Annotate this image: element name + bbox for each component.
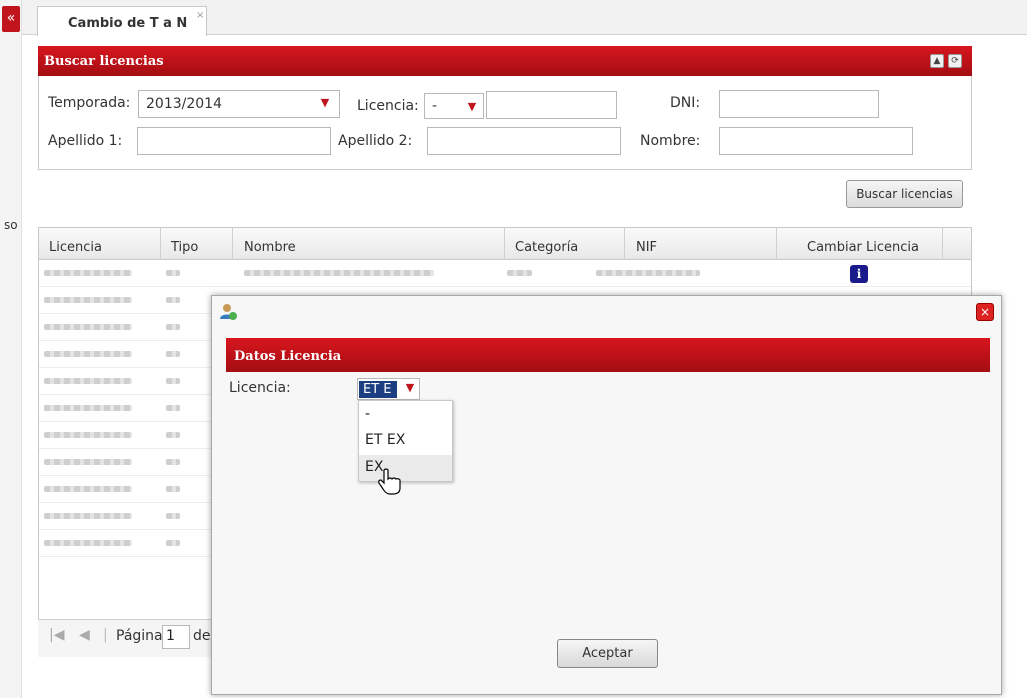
hand-cursor-icon bbox=[378, 468, 401, 495]
redacted-cell bbox=[596, 270, 700, 276]
redacted-cell bbox=[44, 459, 132, 465]
column-divider bbox=[776, 227, 777, 260]
page-number-input[interactable]: 1 bbox=[162, 625, 190, 649]
licencia-label: Licencia: bbox=[357, 98, 419, 114]
sidebar-cut-text: so bbox=[4, 218, 18, 232]
chevron-down-icon[interactable]: ▼ bbox=[315, 96, 335, 109]
pager-divider: | bbox=[103, 627, 108, 643]
column-divider bbox=[942, 227, 943, 260]
redacted-cell bbox=[166, 297, 180, 303]
info-icon[interactable]: i bbox=[850, 265, 868, 283]
column-divider bbox=[160, 227, 161, 260]
left-sidebar-strip bbox=[0, 0, 22, 698]
apellido1-label: Apellido 1: bbox=[48, 133, 123, 149]
redacted-cell bbox=[44, 351, 132, 357]
column-divider bbox=[624, 227, 625, 260]
licencia-select-value: - bbox=[432, 98, 438, 114]
redacted-cell bbox=[244, 270, 434, 276]
licencia-option[interactable]: EX bbox=[359, 455, 452, 481]
redacted-cell bbox=[44, 378, 132, 384]
refresh-icon[interactable]: ⟳ bbox=[948, 54, 962, 68]
licencia-option[interactable]: - bbox=[359, 402, 452, 428]
redacted-cell bbox=[44, 405, 132, 411]
dialog-licencia-label: Licencia: bbox=[229, 380, 291, 396]
redacted-cell bbox=[166, 351, 180, 357]
column-divider bbox=[232, 227, 233, 260]
tab-cambio-t-a-n[interactable]: Cambio de T a N bbox=[37, 6, 207, 36]
dni-input[interactable] bbox=[719, 90, 879, 118]
column-header-nombre[interactable]: Nombre bbox=[244, 231, 296, 255]
nombre-input[interactable] bbox=[719, 127, 913, 155]
redacted-cell bbox=[166, 405, 180, 411]
temporada-label: Temporada: bbox=[48, 95, 131, 111]
column-header-licencia[interactable]: Licencia bbox=[49, 231, 102, 255]
nombre-label: Nombre: bbox=[640, 133, 701, 149]
redacted-cell bbox=[166, 378, 180, 384]
column-header-nif[interactable]: NIF bbox=[636, 231, 657, 255]
redacted-cell bbox=[166, 459, 180, 465]
collapse-sidebar-button[interactable]: « bbox=[2, 6, 20, 32]
redacted-cell bbox=[166, 324, 180, 330]
search-panel-header: Buscar licencias bbox=[38, 46, 972, 76]
buscar-licencias-button[interactable]: Buscar licencias bbox=[846, 180, 963, 208]
column-divider bbox=[504, 227, 505, 260]
redacted-cell bbox=[507, 270, 532, 276]
redacted-cell bbox=[44, 540, 132, 546]
column-header-categoria[interactable]: Categoría bbox=[515, 231, 578, 255]
redacted-cell bbox=[166, 486, 180, 492]
redacted-cell bbox=[44, 324, 132, 330]
licencia-number-input[interactable] bbox=[486, 91, 617, 119]
dni-label: DNI: bbox=[670, 95, 701, 111]
datos-licencia-header: Datos Licencia bbox=[226, 338, 990, 372]
chevron-down-icon[interactable]: ▼ bbox=[462, 100, 482, 113]
search-panel-title: Buscar licencias bbox=[44, 54, 164, 69]
apellido2-label: Apellido 2: bbox=[338, 133, 413, 149]
redacted-cell bbox=[44, 270, 132, 276]
temporada-value: 2013/2014 bbox=[146, 96, 222, 112]
redacted-cell bbox=[44, 486, 132, 492]
close-icon[interactable]: × bbox=[976, 303, 994, 321]
apellido1-input[interactable] bbox=[137, 127, 331, 155]
licencia-option[interactable]: ET EX bbox=[359, 428, 452, 454]
apellido2-input[interactable] bbox=[427, 127, 621, 155]
redacted-cell bbox=[166, 513, 180, 519]
chevron-down-icon[interactable]: ▼ bbox=[401, 381, 419, 394]
page-label: Página bbox=[116, 628, 163, 644]
redacted-cell bbox=[44, 513, 132, 519]
redacted-cell bbox=[166, 270, 180, 276]
chevron-up-icon[interactable]: ▲ bbox=[930, 54, 944, 68]
dialog-licencia-select-value: ET E bbox=[359, 381, 397, 398]
column-header-tipo[interactable]: Tipo bbox=[171, 231, 198, 255]
redacted-cell bbox=[44, 432, 132, 438]
redacted-cell bbox=[44, 297, 132, 303]
redacted-cell bbox=[166, 540, 180, 546]
aceptar-button[interactable]: Aceptar bbox=[557, 639, 658, 668]
redacted-cell bbox=[166, 432, 180, 438]
user-icon bbox=[220, 304, 237, 320]
first-page-icon[interactable]: |◀ bbox=[49, 627, 64, 643]
page-of-label: de bbox=[193, 628, 211, 644]
column-header-cambiar-licencia[interactable]: Cambiar Licencia bbox=[807, 231, 919, 255]
tab-close-icon[interactable]: × bbox=[196, 10, 204, 21]
datos-licencia-title: Datos Licencia bbox=[234, 349, 342, 364]
previous-page-icon[interactable]: ◀ bbox=[79, 627, 90, 643]
